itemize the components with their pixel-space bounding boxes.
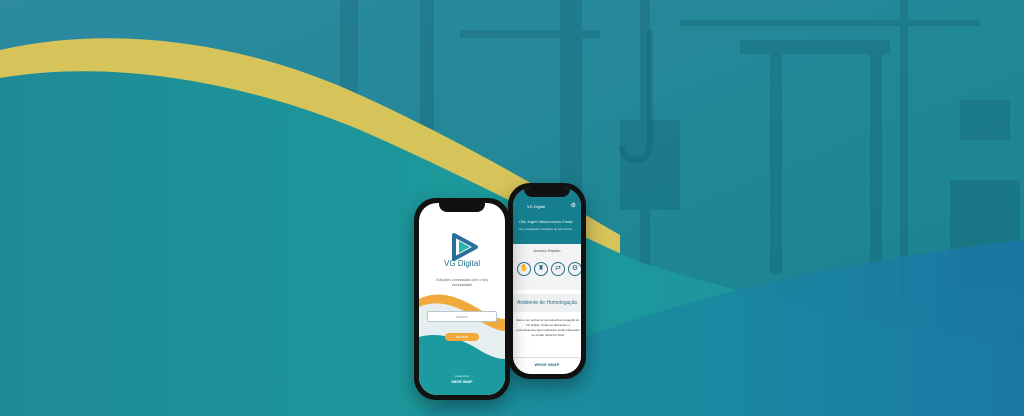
hand-icon[interactable]: ✋: [517, 262, 531, 276]
phone-notch: [524, 188, 570, 197]
gear-icon[interactable]: ⚙: [568, 262, 581, 276]
username-input[interactable]: Usuário: [427, 311, 497, 322]
quick-access-panel: Acesso Rápido ✋ ♜ ⇄ ⚙: [513, 244, 581, 290]
footer-brand: WEGE SMAP: [534, 362, 560, 367]
phone-notch: [439, 203, 485, 212]
phone-mockup-dashboard: VG Digital ⚙ Olá, Ingrid Vasconcelos Cos…: [508, 183, 586, 379]
section-header: Ambiente de Homologação: [513, 294, 581, 312]
user-greeting: Olá, Ingrid Vasconcelos Costa: [519, 219, 573, 224]
app-title: VG Digital: [527, 204, 546, 209]
phone-screen: VG Digital Soluções conectadas com o seu…: [419, 203, 505, 395]
powered-by-label: powered by: [454, 374, 470, 378]
section-title: Ambiente de Homologação: [517, 300, 578, 306]
login-button[interactable]: ENTRAR: [445, 333, 479, 341]
quick-access-label: Acesso Rápido: [533, 248, 561, 253]
greeting-subtitle: Seu passaporte completo do seu Treino: [519, 227, 573, 231]
settings-icon[interactable]: ⚙: [571, 202, 576, 209]
notice-text: Este é um ambiente de testes/homologação…: [516, 318, 580, 337]
tagline: Soluções conectadas com o seu necessidad…: [436, 278, 488, 287]
machine-icon[interactable]: ♜: [534, 262, 548, 276]
swap-icon[interactable]: ⇄: [551, 262, 565, 276]
footer-brand: WEGE SMAP: [451, 380, 473, 384]
phone-screen: VG Digital ⚙ Olá, Ingrid Vasconcelos Cos…: [513, 188, 581, 374]
brand-name: VG Digital: [443, 259, 480, 268]
phone-mockup-login: VG Digital Soluções conectadas com o seu…: [414, 198, 510, 400]
play-logo-icon: [452, 233, 478, 261]
app-footer: WEGE SMAP: [513, 357, 581, 374]
